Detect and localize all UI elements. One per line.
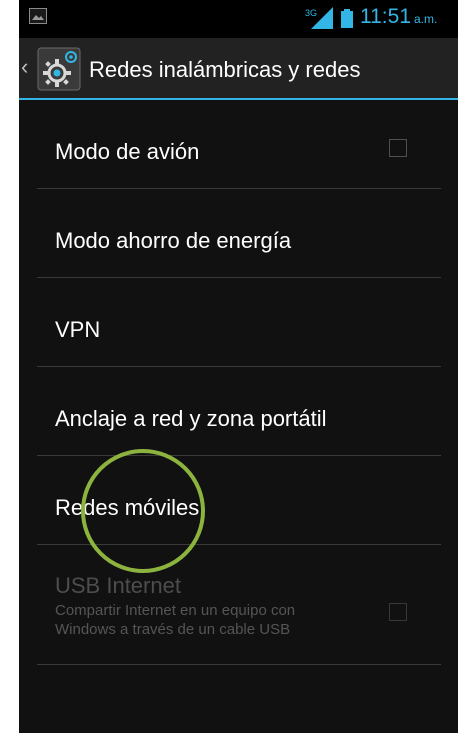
pref-airplane-mode[interactable]: Modo de avión	[37, 100, 441, 189]
status-ampm: a.m.	[414, 12, 438, 26]
pref-summary: Compartir Internet en un equipo con Wind…	[55, 602, 296, 638]
settings-gear-icon[interactable]	[37, 47, 81, 91]
pref-label: Redes móviles	[55, 495, 200, 520]
battery-icon	[341, 9, 353, 28]
status-time: 11:51	[360, 5, 411, 28]
pref-usb-internet: USB Internet Compartir Internet en un eq…	[37, 545, 441, 665]
pref-label: Modo de avión	[55, 139, 200, 164]
pref-tethering[interactable]: Anclaje a red y zona portátil	[37, 367, 441, 456]
svg-text:3G: 3G	[305, 8, 317, 18]
page-title: Redes inalámbricas y redes	[89, 57, 361, 82]
status-bar: 3G 11:51 a.m.	[19, 0, 458, 38]
action-bar: ‹ Redes inalámbricas y redes	[19, 38, 458, 100]
pref-mobile-networks[interactable]: Redes móviles	[37, 456, 441, 545]
pref-label: Anclaje a red y zona portátil	[55, 406, 327, 431]
pref-label: VPN	[55, 317, 101, 342]
signal-3g-icon: 3G	[305, 7, 333, 29]
pref-power-saving[interactable]: Modo ahorro de energía	[37, 189, 441, 278]
usb-internet-checkbox	[389, 603, 407, 621]
airplane-mode-checkbox[interactable]	[389, 139, 407, 157]
up-navigation-icon[interactable]: ‹	[21, 54, 28, 80]
pref-label: USB Internet	[55, 573, 181, 598]
status-clock: 11:51 a.m.	[360, 4, 437, 32]
pref-label: Modo ahorro de energía	[55, 228, 292, 253]
preference-list: Modo de avión Modo ahorro de energía VPN…	[19, 100, 458, 665]
image-thumbnail-icon	[29, 8, 47, 24]
pref-vpn[interactable]: VPN	[37, 278, 441, 367]
phone-screen: 3G 11:51 a.m. ‹ Redes inalámbricas y red…	[19, 0, 458, 733]
